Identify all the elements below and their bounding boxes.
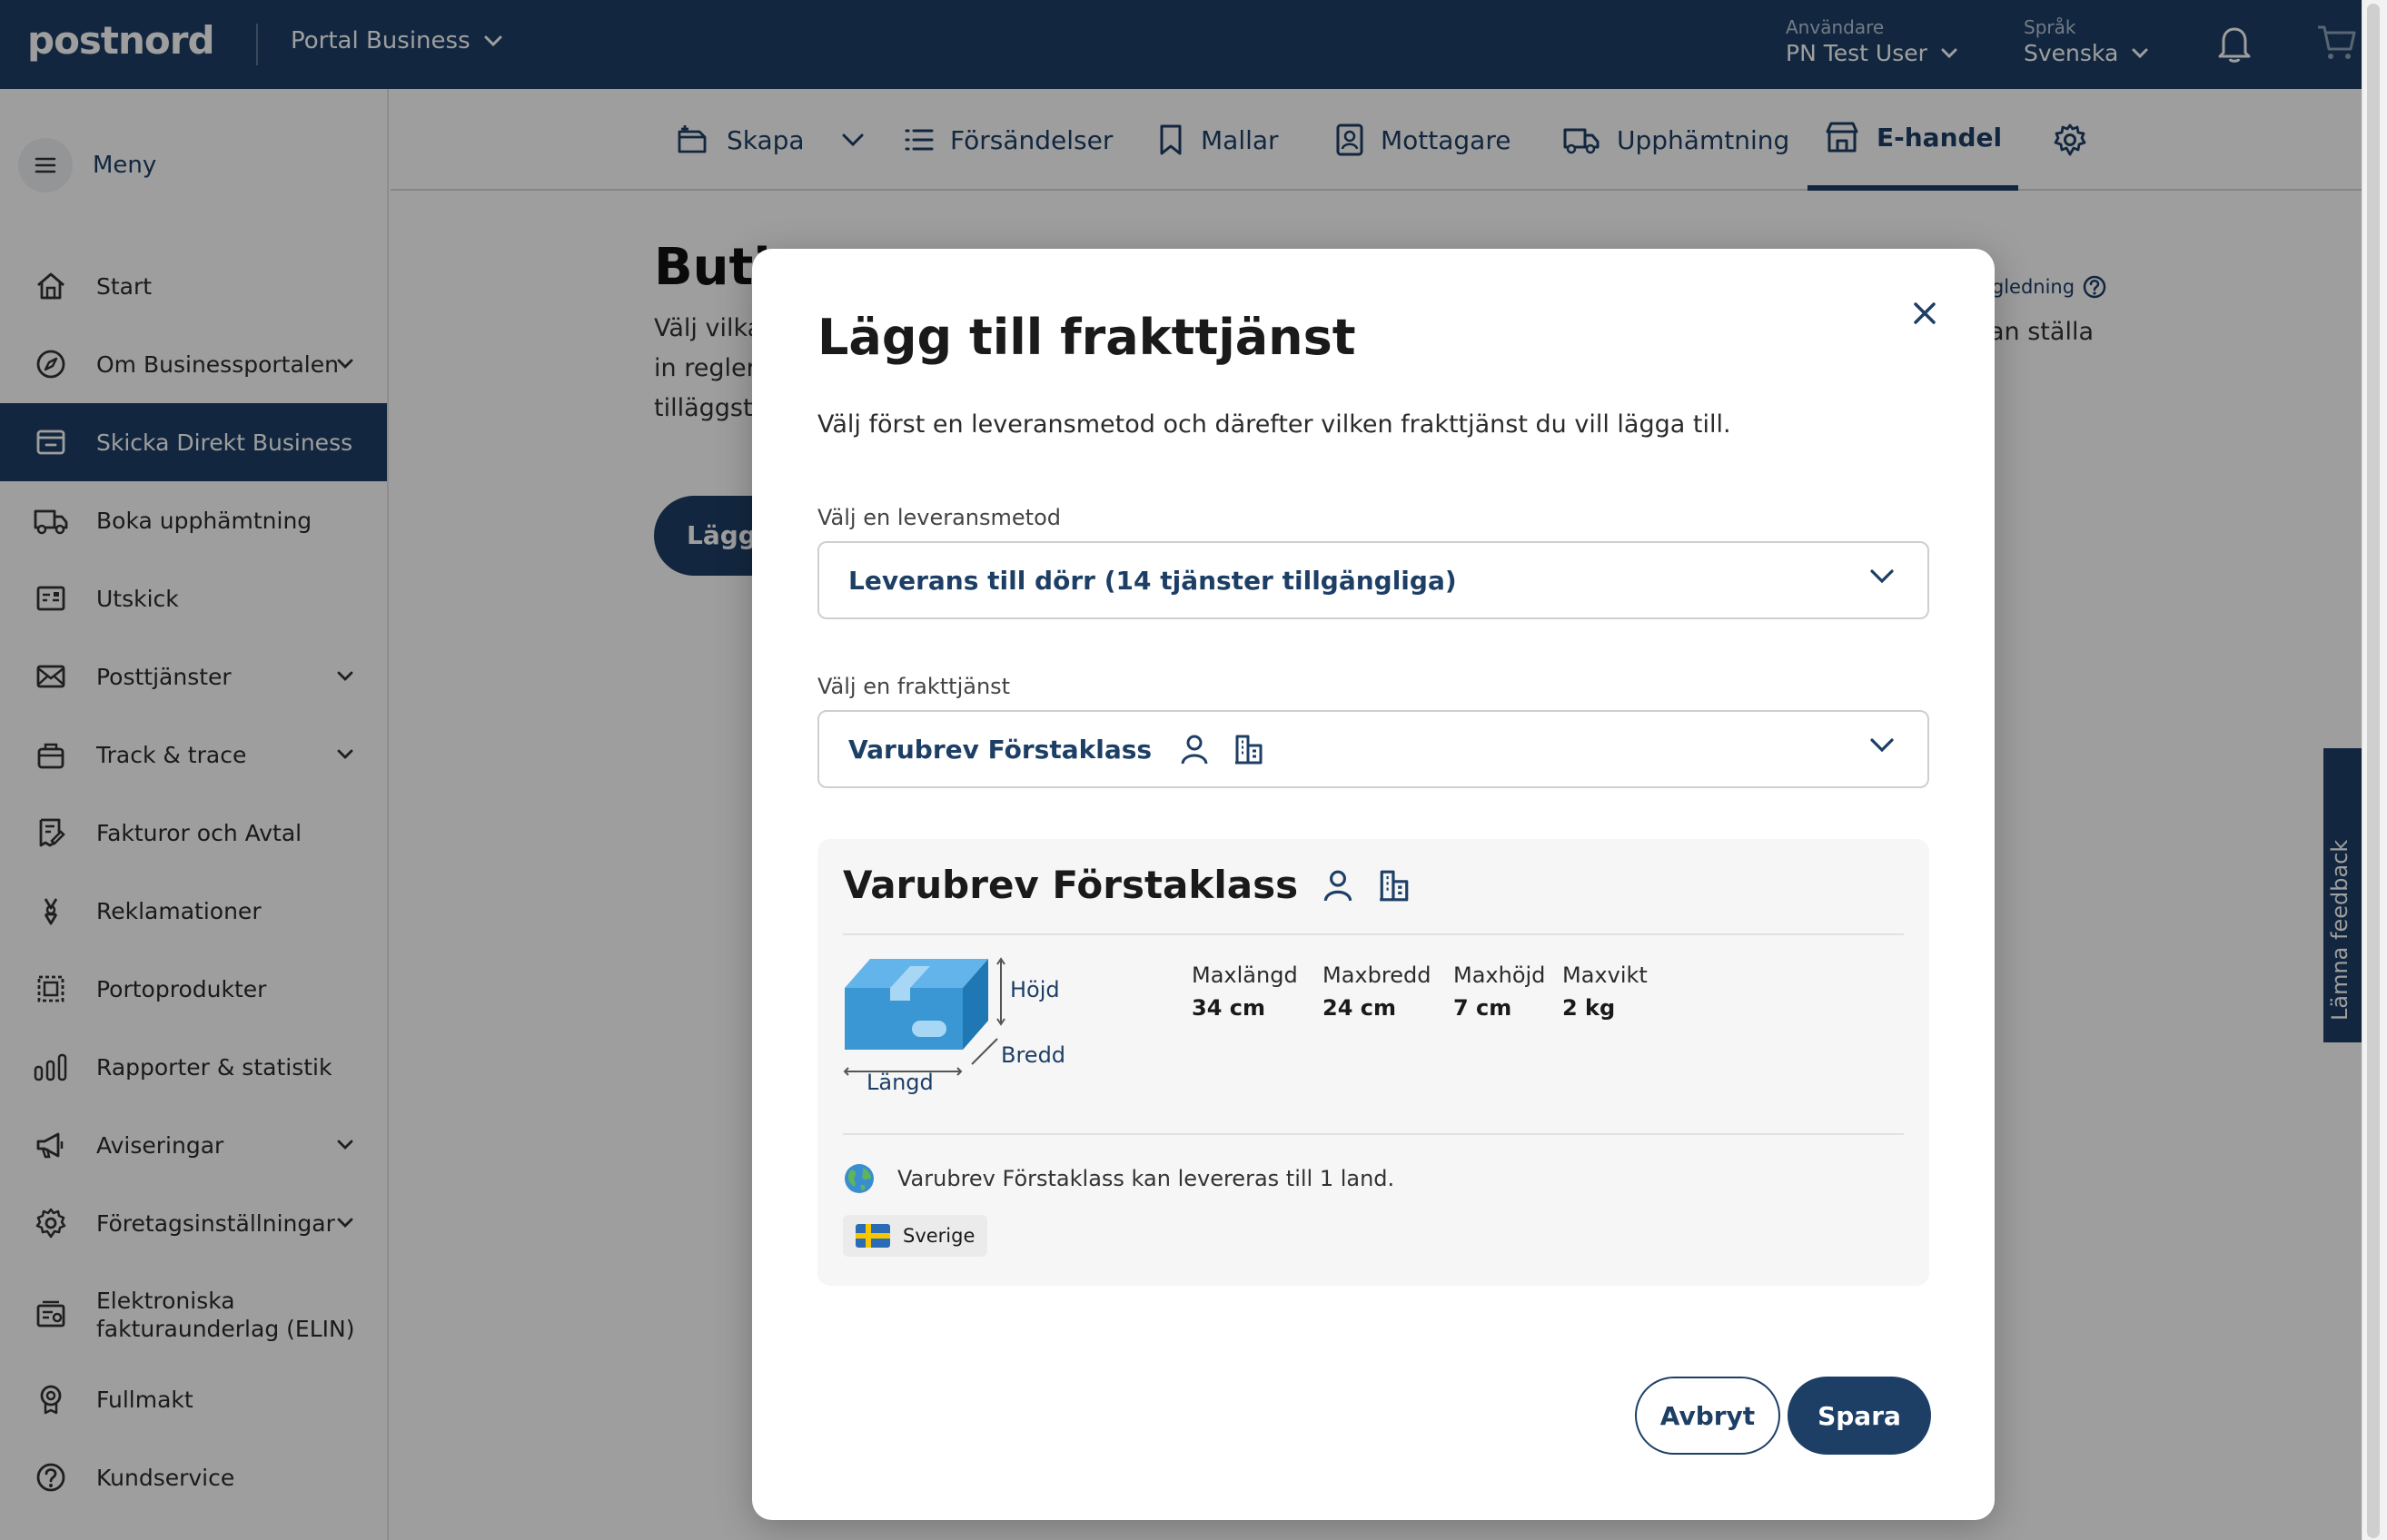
dimension-width-label: Bredd [1001, 1042, 1066, 1068]
add-shipping-service-dialog: Lägg till frakttjänst Välj först en leve… [752, 249, 1995, 1520]
shipping-service-select[interactable]: Varubrev Förstaklass [817, 710, 1929, 788]
spec-value: 7 cm [1453, 995, 1512, 1021]
spec-max-weight: Maxvikt 2 kg [1562, 962, 1648, 1021]
cancel-button[interactable]: Avbryt [1635, 1377, 1780, 1455]
dimension-height-label: Höjd [1010, 977, 1060, 1002]
globe-icon [845, 1164, 874, 1193]
spec-label: Maxbredd [1322, 962, 1431, 988]
spec-max-length: Maxlängd 34 cm [1192, 962, 1298, 1021]
chevron-down-icon [1870, 738, 1894, 753]
country-chip: Sverige [843, 1215, 988, 1257]
dialog-description: Välj först en leveransmetod och därefter… [817, 410, 1731, 439]
scrollbar-thumb[interactable] [2367, 4, 2380, 1538]
service-details-card: Varubrev Förstaklass Höjd Bredd Längd Ma… [817, 839, 1929, 1286]
spec-label: Maxhöjd [1453, 962, 1546, 988]
divider [843, 933, 1904, 935]
country-name: Sverige [903, 1225, 976, 1247]
destinations-info: Varubrev Förstaklass kan levereras till … [843, 1162, 1394, 1195]
shipping-service-value: Varubrev Förstaklass [848, 734, 1153, 765]
service-card-header: Varubrev Förstaklass [843, 863, 1411, 907]
spec-label: Maxlängd [1192, 962, 1298, 988]
save-button[interactable]: Spara [1788, 1377, 1931, 1455]
divider [843, 1133, 1904, 1135]
dialog-title: Lägg till frakttjänst [817, 309, 1356, 366]
spec-max-width: Maxbredd 24 cm [1322, 962, 1431, 1021]
spec-value: 24 cm [1322, 995, 1396, 1021]
chevron-down-icon [1870, 569, 1894, 584]
spec-label: Maxvikt [1562, 962, 1648, 988]
shipping-service-label: Välj en frakttjänst [817, 674, 1011, 699]
person-icon [1181, 735, 1208, 765]
service-card-title: Varubrev Förstaklass [843, 863, 1299, 907]
spec-value: 34 cm [1192, 995, 1265, 1021]
person-icon [1323, 870, 1352, 901]
close-icon[interactable] [1906, 294, 1944, 332]
dimension-length-label: Längd [867, 1070, 934, 1095]
building-icon [1380, 870, 1409, 901]
spec-max-height: Maxhöjd 7 cm [1453, 962, 1545, 1021]
destinations-text: Varubrev Förstaklass kan levereras till … [897, 1166, 1395, 1191]
delivery-method-label: Välj en leveransmetod [817, 505, 1061, 530]
sweden-flag-icon [856, 1224, 890, 1248]
delivery-method-select[interactable]: Leverans till dörr (14 tjänster tillgäng… [817, 541, 1929, 619]
delivery-method-value: Leverans till dörr (14 tjänster tillgäng… [848, 565, 1457, 596]
building-icon [1235, 735, 1263, 765]
spec-value: 2 kg [1562, 995, 1616, 1021]
